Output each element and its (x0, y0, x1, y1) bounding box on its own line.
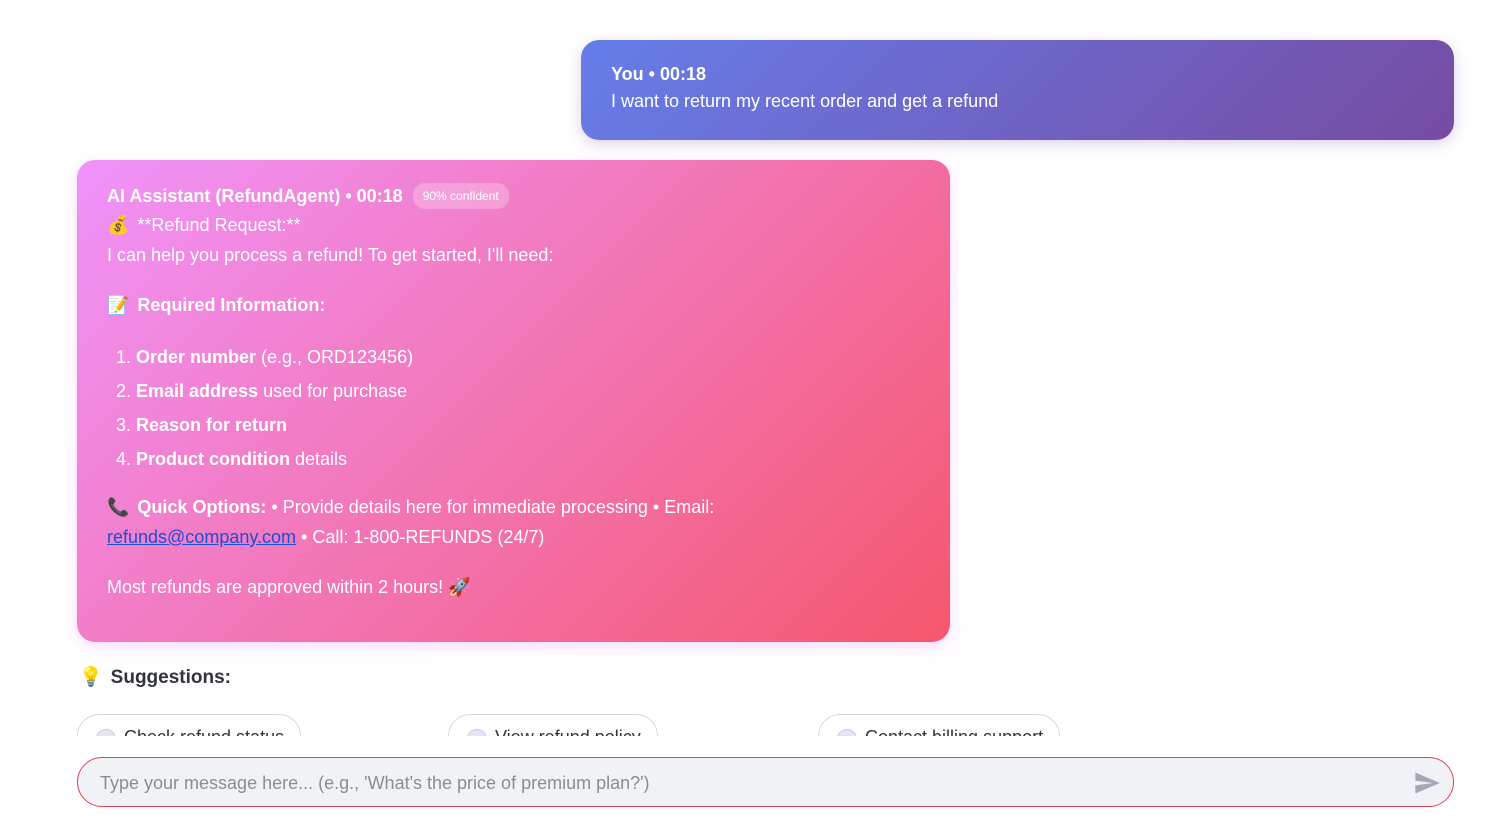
user-message-header: You • 00:18 (611, 64, 707, 84)
ai-message-bubble: AI Assistant (RefundAgent) • 00:18 90% c… (77, 160, 950, 642)
chat-message-input[interactable] (98, 758, 1402, 808)
ai-message-header: AI Assistant (RefundAgent) • 00:18 (107, 185, 403, 206)
required-info-title-text: Required Information: (137, 295, 326, 315)
send-icon[interactable] (1413, 769, 1441, 797)
closing-line: Most refunds are approved within 2 hours… (107, 572, 920, 602)
suggestion-button-contact-billing-support[interactable]: Contact billing support (818, 714, 1061, 736)
rocket-icon: 🚀 (448, 577, 471, 597)
required-info-title: 📝 Required Information: (107, 290, 920, 320)
closing-text: Most refunds are approved within 2 hours… (107, 577, 444, 597)
chat-input-container (77, 757, 1454, 808)
chat-page: You • 00:18 I want to return my recent o… (0, 0, 1500, 826)
required-info-list: Order number (e.g., ORD123456) Email add… (107, 340, 920, 476)
user-message-bubble: You • 00:18 I want to return my recent o… (581, 40, 1454, 140)
list-item: Reason for return (136, 408, 920, 442)
radio-circle-icon (837, 729, 857, 736)
suggestion-button-view-refund-policy[interactable]: View refund policy (448, 714, 658, 736)
refund-request-title: 💰 **Refund Request:** (107, 210, 920, 240)
money-bag-icon: 💰 (107, 215, 130, 235)
radio-circle-icon (96, 729, 116, 736)
quick-options-text: • Provide details here for immediate pro… (266, 497, 715, 517)
list-item: Email address used for purchase (136, 374, 920, 408)
suggestions-title-text: Suggestions: (110, 667, 232, 688)
quick-options-title: Quick Options: (137, 497, 267, 517)
list-item-rest: details (289, 449, 348, 469)
list-item-rest: (e.g., ORD123456) (256, 347, 414, 367)
telephone-icon: 📞 (107, 497, 130, 517)
radio-circle-icon (467, 729, 487, 736)
refund-request-title-text: **Refund Request:** (137, 215, 301, 235)
list-item-rest: used for purchase (258, 381, 408, 401)
ai-intro-text: I can help you process a refund! To get … (107, 245, 554, 265)
quick-options: 📞 Quick Options: • Provide details here f… (107, 492, 920, 552)
suggestions-row: Check refund status View refund policy C… (77, 714, 1477, 736)
suggestion-button-check-refund-status[interactable]: Check refund status (77, 714, 302, 736)
suggestion-label: View refund policy (495, 727, 641, 736)
user-message-text: I want to return my recent order and get… (611, 91, 999, 111)
lightbulb-icon: 💡 (79, 667, 103, 688)
list-item: Product condition details (136, 442, 920, 476)
list-item-bold: Order number (136, 347, 257, 367)
list-item-bold: Email address (136, 381, 259, 401)
memo-icon: 📝 (107, 295, 130, 315)
ai-message-header-row: AI Assistant (RefundAgent) • 00:18 90% c… (107, 182, 920, 210)
confidence-badge: 90% confident (412, 183, 509, 209)
suggestion-label: Check refund status (124, 727, 284, 736)
list-item-bold: Reason for return (136, 415, 288, 435)
list-item: Order number (e.g., ORD123456) (136, 340, 920, 374)
refund-email-link[interactable]: refunds@company.com (107, 527, 296, 547)
suggestion-label: Contact billing support (865, 727, 1043, 736)
list-item-bold: Product condition (136, 449, 290, 469)
quick-options-call-text: • Call: 1-800-REFUNDS (24/7) (296, 527, 545, 547)
suggestions-title: 💡 Suggestions: (79, 664, 231, 692)
